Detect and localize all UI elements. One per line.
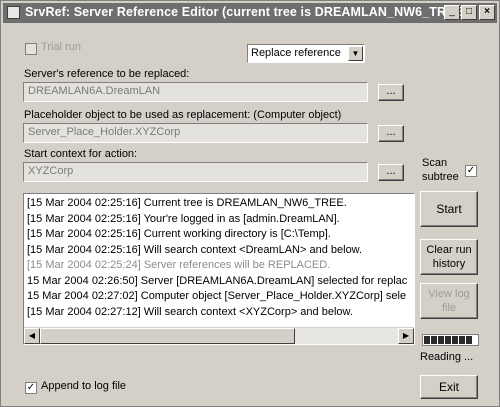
progress-block (431, 336, 437, 344)
progress-bar (422, 334, 479, 346)
start-context-label: Start context for action: (24, 148, 138, 160)
start-context-field[interactable]: XYZCorp (23, 162, 368, 182)
append-log-label: Append to log file (41, 380, 127, 392)
server-ref-browse-button[interactable]: ... (378, 84, 404, 101)
chevron-down-icon[interactable]: ▼ (348, 46, 363, 61)
start-context-browse-button[interactable]: ... (378, 164, 404, 181)
app-icon (7, 6, 20, 19)
log-lines: [15 Mar 2004 02:25:16] Current tree is D… (27, 196, 412, 320)
view-log-file-button[interactable]: View log file (420, 283, 478, 319)
view-log-file-line2: file (441, 302, 457, 314)
progress-block (466, 336, 472, 344)
progress-block (459, 336, 465, 344)
trial-run-label: Trial run (41, 41, 81, 53)
progress-block (452, 336, 458, 344)
log-line: [15 Mar 2004 02:25:16] Current tree is D… (27, 197, 347, 209)
trial-run-checkbox[interactable] (25, 43, 37, 55)
scan-subtree-checkbox[interactable]: ✓ (465, 165, 477, 177)
log-line: [15 Mar 2004 02:27:12] Will search conte… (27, 305, 353, 318)
progress-block (445, 336, 451, 344)
log-list[interactable]: [15 Mar 2004 02:25:16] Current tree is D… (23, 193, 415, 345)
minimize-button[interactable]: _ (444, 5, 460, 20)
append-log-checkbox[interactable]: ✓ (25, 382, 37, 394)
progress-block (424, 336, 430, 344)
log-line: [15 Mar 2004 02:25:16] Will search conte… (27, 243, 363, 256)
placeholder-label: Placeholder object to be used as replace… (24, 109, 342, 121)
log-line: [15 Mar 2004 02:25:16] Your're logged in… (27, 212, 340, 225)
clear-run-history-line1: Clear run (426, 244, 472, 256)
server-ref-label: Server's reference to be replaced: (24, 68, 190, 80)
placeholder-browse-button[interactable]: ... (378, 125, 404, 142)
subtree-label: subtree (422, 171, 459, 183)
scan-label: Scan (422, 157, 448, 169)
clear-run-history-button[interactable]: Clear run history (420, 239, 478, 275)
progress-block (438, 336, 444, 344)
log-line: 15 Mar 2004 02:26:50] Server [DREAMLAN6A… (27, 274, 408, 287)
log-line: [15 Mar 2004 02:25:24] Server references… (27, 259, 331, 271)
log-line: [15 Mar 2004 02:25:16] Current working d… (27, 228, 331, 240)
start-button[interactable]: Start (420, 191, 478, 227)
log-horizontal-scrollbar[interactable]: ◀ ▶ (24, 327, 414, 344)
placeholder-field[interactable]: Server_Place_Holder.XYZCorp (23, 123, 368, 143)
mode-select-value: Replace reference (251, 47, 341, 59)
title-bar[interactable]: SrvRef: Server Reference Editor (current… (3, 3, 497, 23)
scroll-right-icon[interactable]: ▶ (398, 328, 414, 344)
view-log-file-line1: View log (428, 288, 470, 300)
clear-run-history-line2: history (432, 258, 466, 270)
server-reference-editor-window: SrvRef: Server Reference Editor (current… (0, 0, 500, 407)
server-ref-field[interactable]: DREAMLAN6A.DreamLAN (23, 82, 368, 102)
maximize-button[interactable]: □ (461, 5, 477, 20)
log-line: 15 Mar 2004 02:27:02] Computer object [S… (27, 290, 407, 302)
close-button[interactable]: × (479, 5, 495, 20)
mode-select[interactable]: Replace reference ▼ (247, 44, 365, 63)
window-title: SrvRef: Server Reference Editor (current… (25, 5, 468, 19)
exit-button[interactable]: Exit (420, 375, 478, 399)
scroll-left-icon[interactable]: ◀ (24, 328, 40, 344)
scrollbar-thumb[interactable] (40, 328, 295, 344)
status-text: Reading ... (420, 351, 474, 363)
